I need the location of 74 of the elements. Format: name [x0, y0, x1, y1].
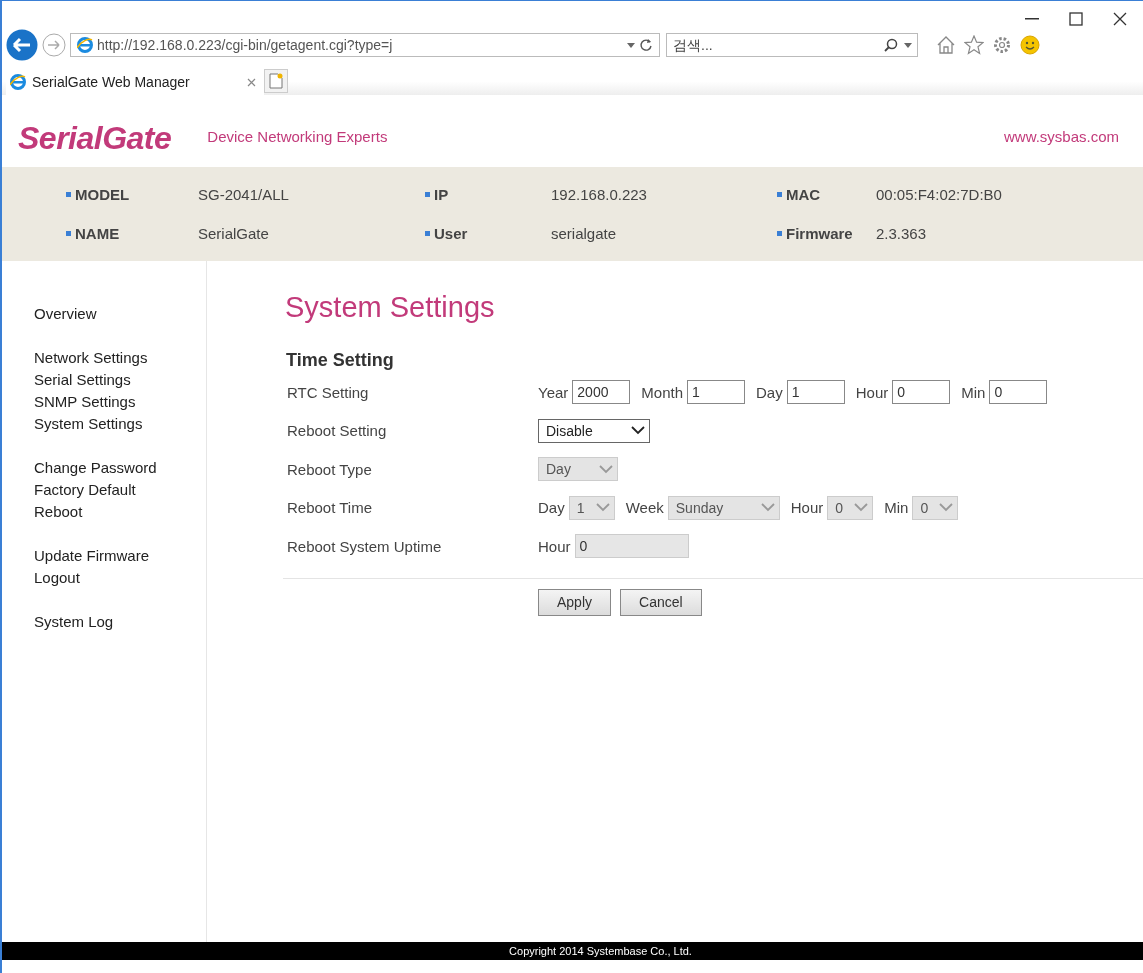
refresh-icon[interactable] — [639, 38, 653, 52]
star-icon[interactable] — [964, 35, 984, 55]
field-label: Hour — [855, 383, 889, 401]
caret-icon[interactable] — [904, 42, 912, 48]
text-field[interactable]: 2000 — [572, 380, 631, 405]
nav-link[interactable]: SNMP Settings — [34, 391, 136, 413]
chevron-icon — [760, 503, 775, 513]
info-value: 192.168.0.223 — [551, 185, 648, 205]
nav-link[interactable]: System Log — [34, 611, 114, 633]
info-label: MODEL — [66, 175, 198, 214]
setting-label: Reboot Time — [287, 499, 374, 517]
form-button[interactable]: Cancel — [620, 588, 702, 616]
nav-link[interactable]: Serial Settings — [34, 369, 131, 391]
info-label: IP — [425, 175, 551, 214]
search-icon[interactable] — [884, 38, 898, 52]
globe-e-icon — [77, 37, 93, 53]
info-value: 00:05:F4:02:7D:B0 — [876, 185, 1003, 205]
footer-copyright: Copyright 2014 Systembase Co., Ltd. — [2, 942, 1143, 960]
setting-label: Reboot Setting — [287, 422, 388, 440]
info-value: SerialGate — [198, 224, 270, 244]
field-label: Month — [641, 383, 683, 401]
info-value: 2.3.363 — [876, 224, 928, 244]
globe-e-icon — [10, 74, 26, 90]
nav-link[interactable]: Reboot — [34, 501, 83, 523]
chevron-icon — [854, 503, 869, 513]
minimize-icon[interactable] — [1025, 18, 1039, 20]
field-label: Hour — [538, 537, 571, 555]
info-label: MAC — [777, 175, 876, 214]
nav-link[interactable]: Factory Default — [34, 479, 136, 501]
nav-link[interactable]: Change Password — [34, 457, 157, 479]
address-bar[interactable]: http://192.168.0.223/cgi-bin/getagent.cgi?type=j — [70, 33, 660, 57]
field-label: Min — [961, 383, 986, 401]
info-label: NAME — [66, 214, 198, 253]
info-value: serialgate — [551, 224, 618, 244]
dropdown[interactable]: Disable — [538, 418, 650, 443]
text-field[interactable]: 0 — [989, 380, 1048, 405]
text-field[interactable]: 1 — [786, 380, 845, 405]
settings-icon[interactable] — [992, 35, 1012, 55]
text-field[interactable]: 1 — [687, 380, 745, 405]
smiley-icon[interactable] — [1020, 35, 1040, 55]
home-icon[interactable] — [936, 35, 956, 55]
search-field[interactable]: 검색... — [666, 33, 918, 57]
info-value: SG-2041/ALL — [198, 185, 290, 205]
section-title: Time Setting — [286, 350, 395, 371]
field-label: Day — [538, 499, 565, 517]
chevron-icon — [599, 464, 613, 474]
nav-link[interactable]: Network Settings — [34, 347, 148, 369]
field-label: Year — [538, 383, 569, 401]
caret-icon[interactable] — [627, 42, 635, 48]
info-label: Firmware — [777, 214, 876, 253]
page-title: System Settings — [284, 291, 496, 324]
chevron-icon — [939, 503, 954, 513]
nav-link[interactable]: Logout — [34, 567, 80, 589]
new-page-icon — [269, 73, 283, 89]
setting-label: Reboot Type — [287, 460, 373, 478]
maximize-icon[interactable] — [1069, 12, 1083, 26]
nav-link[interactable]: System Settings — [34, 413, 143, 435]
field-label: Week — [625, 499, 664, 517]
info-label: User — [425, 214, 551, 253]
form-button[interactable]: Apply — [538, 588, 612, 616]
website-link[interactable]: www.sysbas.com — [1003, 127, 1119, 145]
field-label: Hour — [790, 499, 824, 517]
chevron-icon — [631, 426, 645, 436]
text-field[interactable]: 0 — [892, 380, 951, 405]
nav-link[interactable]: Overview — [34, 303, 97, 325]
logo: SerialGate — [18, 119, 172, 157]
setting-label: Reboot System Uptime — [287, 537, 443, 555]
chevron-icon — [595, 503, 610, 513]
field-label: Day — [756, 383, 783, 401]
field-label: Min — [884, 499, 909, 517]
tagline: Device Networking Experts — [207, 127, 389, 145]
close-icon[interactable] — [1113, 12, 1127, 26]
nav-link[interactable]: Update Firmware — [34, 545, 150, 567]
setting-label: RTC Setting — [287, 383, 370, 401]
